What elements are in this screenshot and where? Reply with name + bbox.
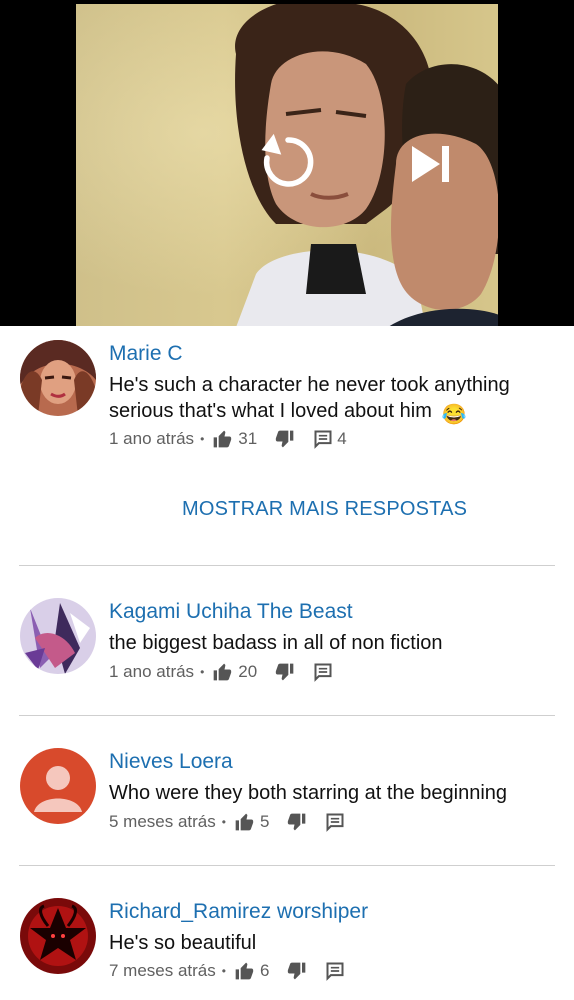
comment-time: 5 meses atrás [109, 812, 216, 831]
reply-icon[interactable] [325, 812, 345, 832]
reply-icon[interactable] [313, 429, 333, 449]
comment-meta: 5 meses atrás • 5 [109, 811, 345, 833]
reply-count: 4 [337, 429, 347, 448]
replay-icon[interactable] [256, 130, 320, 194]
video-player[interactable] [0, 0, 574, 326]
comment-author[interactable]: Nieves Loera [109, 750, 233, 774]
comment-author[interactable]: Kagami Uchiha The Beast [109, 600, 353, 624]
comment-time: 1 ano atrás [109, 662, 195, 681]
laughing-emoji: 😂 [441, 404, 467, 426]
comment-text: the biggest badass in all of non fiction [109, 632, 443, 654]
thumbs-up-icon[interactable] [234, 961, 254, 981]
thumbs-down-icon[interactable] [287, 812, 307, 832]
comment-text: He's such a character he never took anyt… [109, 372, 559, 426]
meta-separator: • [221, 815, 226, 829]
thumbs-up-icon[interactable] [234, 812, 254, 832]
meta-separator: • [200, 432, 205, 446]
comment-meta: 1 ano atrás • 20 [109, 661, 333, 683]
like-count: 6 [259, 961, 270, 980]
thumbs-down-icon[interactable] [275, 429, 295, 449]
reply-icon[interactable] [313, 662, 333, 682]
reply-icon[interactable] [325, 961, 345, 981]
like-count: 20 [238, 662, 258, 681]
comment-text: Who were they both starring at the begin… [109, 782, 508, 804]
skip-next-icon[interactable] [398, 132, 462, 196]
thumbs-down-icon[interactable] [287, 961, 307, 981]
comment-time: 1 ano atrás [109, 429, 195, 448]
divider [19, 715, 555, 716]
meta-separator: • [200, 665, 205, 679]
comment-meta: 7 meses atrás • 6 [109, 960, 345, 982]
show-more-replies-button[interactable]: MOSTRAR MAIS RESPOSTAS [182, 498, 467, 521]
avatar[interactable] [20, 898, 96, 974]
avatar[interactable] [20, 748, 96, 824]
comment-time: 7 meses atrás [109, 961, 216, 980]
comment-author[interactable]: Richard_Ramirez worshiper [109, 900, 368, 924]
like-count: 5 [259, 812, 270, 831]
thumbs-up-icon[interactable] [212, 429, 232, 449]
avatar[interactable] [20, 340, 96, 416]
thumbs-up-icon[interactable] [212, 662, 232, 682]
thumbs-down-icon[interactable] [275, 662, 295, 682]
meta-separator: • [221, 964, 226, 978]
comment-text: He's so beautiful [109, 932, 257, 954]
divider [19, 565, 555, 566]
comment-meta: 1 ano atrás • 31 4 [109, 428, 347, 450]
divider [19, 865, 555, 866]
comment-author[interactable]: Marie C [109, 342, 183, 366]
like-count: 31 [238, 429, 258, 448]
avatar[interactable] [20, 598, 96, 674]
